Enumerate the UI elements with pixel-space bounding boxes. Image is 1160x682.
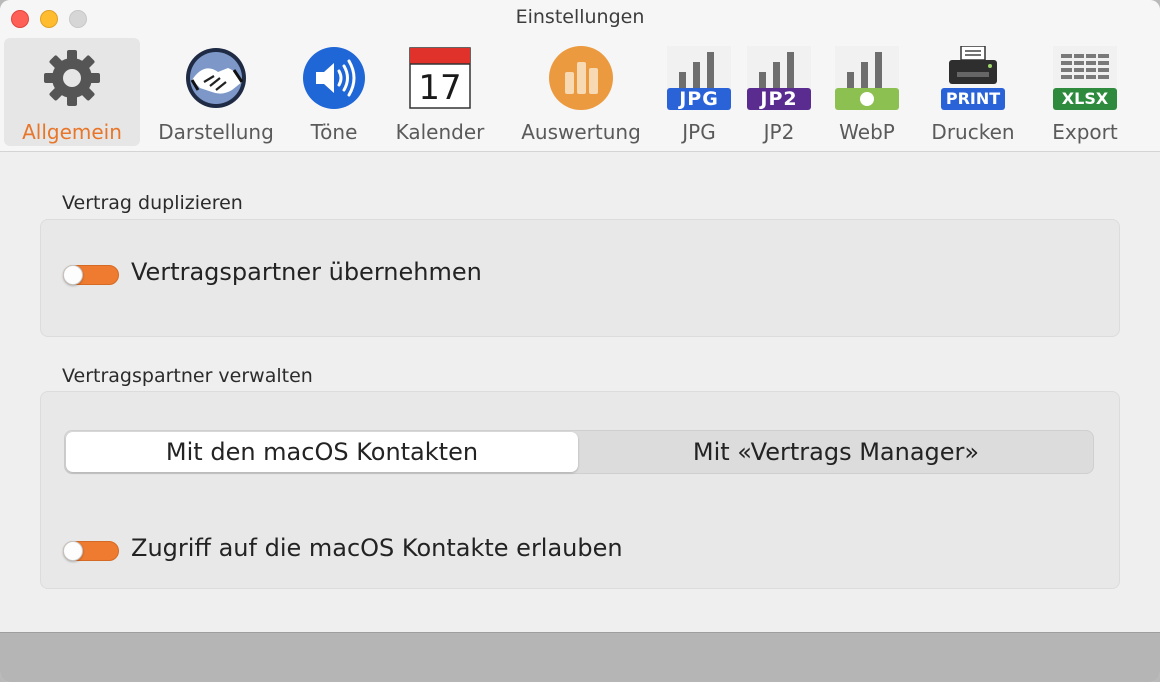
vertragspartner-uebernehmen-label: Vertragspartner übernehmen	[131, 258, 482, 286]
preferences-toolbar: Allgemein Darstellung Töne 17 Kalender A…	[0, 38, 1160, 150]
tab-kalender[interactable]: 17 Kalender	[390, 38, 490, 146]
format-badge: PRINT	[945, 89, 1001, 108]
webp-format-icon	[835, 46, 899, 110]
tab-drucken[interactable]: PRINT Drucken	[928, 38, 1018, 146]
tab-label: Auswertung	[521, 120, 641, 144]
tab-label: Drucken	[931, 120, 1015, 144]
duplicate-settings-group: Vertragspartner übernehmen	[40, 219, 1120, 337]
format-badge: JPG	[679, 88, 719, 110]
partner-settings-group: Zugriff auf die macOS Kontakte erlauben	[40, 391, 1120, 589]
kontakte-zugriff-toggle[interactable]	[63, 541, 119, 561]
tab-darstellung[interactable]: Darstellung	[150, 38, 282, 146]
section-title-vertragspartner-verwalten: Vertragspartner verwalten	[62, 365, 313, 387]
handshake-icon	[186, 48, 246, 108]
calendar-day-badge: 17	[418, 68, 462, 108]
tab-webp[interactable]: WebP	[834, 38, 900, 146]
title-bar: Einstellungen Allgemein Darstellung Töne…	[0, 0, 1160, 152]
bar-chart-icon	[549, 46, 613, 110]
toggle-knob	[63, 541, 83, 561]
partner-source-segmented-control: Mit den macOS Kontakten Mit «Vertrags Ma…	[64, 430, 1094, 474]
tab-allgemein[interactable]: Allgemein	[4, 38, 140, 146]
toggle-knob	[63, 265, 83, 285]
tab-label: Export	[1052, 120, 1118, 144]
segment-vertrags-manager[interactable]: Mit «Vertrags Manager»	[579, 432, 1093, 472]
tab-jpg[interactable]: JPG JPG	[666, 38, 732, 146]
format-badge: XLSX	[1061, 89, 1109, 108]
tab-jp2[interactable]: JP2 JP2	[746, 38, 812, 146]
tab-toene[interactable]: Töne	[296, 38, 372, 146]
window-bottom-bar	[0, 632, 1160, 682]
format-badge: JP2	[760, 88, 798, 110]
section-title-vertrag-duplizieren: Vertrag duplizieren	[62, 192, 243, 214]
kontakte-zugriff-label: Zugriff auf die macOS Kontakte erlauben	[131, 534, 623, 562]
window-title: Einstellungen	[515, 6, 645, 28]
tab-export[interactable]: XLSX Export	[1044, 38, 1126, 146]
vertragspartner-uebernehmen-toggle[interactable]	[63, 265, 119, 285]
preferences-window: Einstellungen Allgemein Darstellung Töne…	[0, 0, 1160, 682]
tab-auswertung[interactable]: Auswertung	[520, 38, 642, 146]
speaker-icon	[303, 47, 365, 109]
tab-label: Kalender	[395, 120, 485, 144]
tab-label: WebP	[839, 120, 895, 144]
segment-macos-kontakte[interactable]: Mit den macOS Kontakten	[66, 432, 578, 472]
gear-icon	[44, 50, 100, 106]
